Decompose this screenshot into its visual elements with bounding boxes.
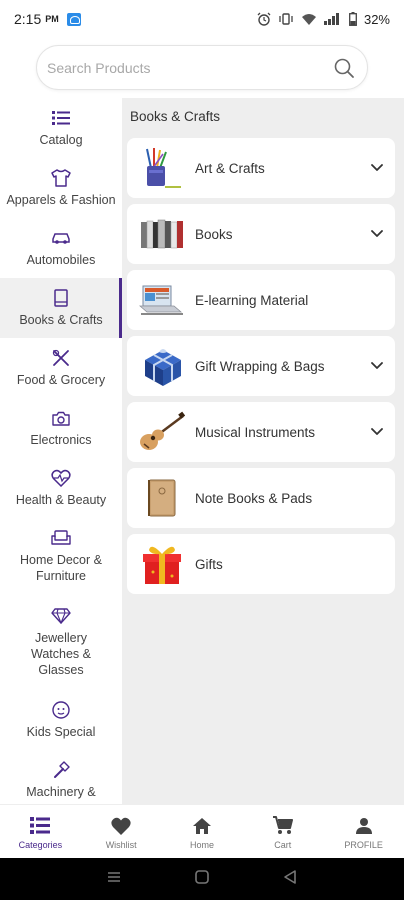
cart-icon xyxy=(272,814,293,838)
vibrate-icon xyxy=(278,12,294,26)
status-ampm: PM xyxy=(45,14,59,24)
search-icon[interactable] xyxy=(331,55,357,81)
chevron-down-icon[interactable] xyxy=(369,160,385,176)
sidebar-item-label: Catalog xyxy=(39,133,83,147)
chevron-down-icon[interactable] xyxy=(369,226,385,242)
category-label: E-learning Material xyxy=(195,292,309,308)
subcategory-panel: Books & Crafts Art & Crafts Books E-lear… xyxy=(122,98,404,804)
book-icon xyxy=(53,288,69,308)
category-label: Musical Instruments xyxy=(195,424,316,440)
page-title: Books & Crafts xyxy=(130,109,221,124)
sidebar-item-label: Automobiles xyxy=(26,253,96,267)
sidebar-item-label: Apparels & Fashion xyxy=(6,193,116,207)
sidebar-item-home-decor[interactable]: Home Decor & Furniture xyxy=(0,518,122,594)
nav-label: Wishlist xyxy=(105,839,137,850)
tshirt-icon xyxy=(51,168,71,188)
sidebar-item-label: Food & Grocery xyxy=(16,373,106,387)
guitar-image xyxy=(139,410,185,454)
sidebar-item-apparels[interactable]: Apparels & Fashion xyxy=(0,158,122,218)
category-label: Note Books & Pads xyxy=(195,490,313,506)
baby-icon xyxy=(51,700,71,720)
nav-label: Home xyxy=(189,839,214,850)
sidebar-item-label: Home Decor & Furniture xyxy=(20,553,102,583)
category-label: Art & Crafts xyxy=(195,160,265,176)
sidebar-item-machinery[interactable]: Machinery & xyxy=(0,750,122,804)
chevron-down-icon[interactable] xyxy=(369,358,385,374)
heart-pulse-icon xyxy=(51,468,71,488)
app-notification-icon xyxy=(66,12,81,26)
bottom-navigation: Categories Wishlist Home Cart PROFILE xyxy=(0,804,404,858)
category-card-e-learning[interactable]: E-learning Material xyxy=(127,270,395,330)
search-input[interactable] xyxy=(47,59,331,76)
category-card-gift-wrapping[interactable]: Gift Wrapping & Bags xyxy=(127,336,395,396)
camera-icon xyxy=(52,408,70,428)
nav-label: PROFILE xyxy=(344,839,383,850)
nav-label: Cart xyxy=(274,839,292,850)
books-image xyxy=(139,212,185,256)
notebook-image xyxy=(139,476,185,520)
sidebar-item-kids-special[interactable]: Kids Special xyxy=(0,690,122,750)
heart-icon xyxy=(111,814,131,838)
alarm-icon xyxy=(257,12,271,26)
sidebar-item-automobiles[interactable]: Automobiles xyxy=(0,218,122,278)
sidebar-item-label: Machinery & xyxy=(26,785,96,799)
profile-icon xyxy=(355,814,373,838)
categories-icon xyxy=(30,814,51,838)
hammer-icon xyxy=(52,760,70,780)
sidebar-item-label: Kids Special xyxy=(26,725,96,739)
nav-wishlist[interactable]: Wishlist xyxy=(81,805,162,858)
nav-label: Categories xyxy=(18,839,63,850)
search-bar[interactable] xyxy=(36,45,368,90)
nav-cart[interactable]: Cart xyxy=(242,805,323,858)
wifi-icon xyxy=(301,13,317,26)
category-card-musical-instruments[interactable]: Musical Instruments xyxy=(127,402,395,462)
back-icon[interactable] xyxy=(283,869,297,890)
pencil-cup-image xyxy=(139,146,185,190)
category-label: Gift Wrapping & Bags xyxy=(195,358,325,374)
system-navigation-bar xyxy=(0,858,404,900)
sidebar-item-label: Books & Crafts xyxy=(19,313,103,327)
gift-box-image xyxy=(139,344,185,388)
category-card-books[interactable]: Books xyxy=(127,204,395,264)
category-card-gifts[interactable]: Gifts xyxy=(127,534,395,594)
category-sidebar[interactable]: Catalog Apparels & Fashion Automobiles B… xyxy=(0,98,122,804)
status-bar: 2:15 PM 32% xyxy=(0,0,404,38)
nav-categories[interactable]: Categories xyxy=(0,805,81,858)
sofa-icon xyxy=(51,528,71,548)
status-time: 2:15 xyxy=(14,11,42,27)
sidebar-item-health-beauty[interactable]: Health & Beauty xyxy=(0,458,122,518)
sidebar-item-food-grocery[interactable]: Food & Grocery xyxy=(0,338,122,398)
sidebar-item-label: Jewellery Watches & Glasses xyxy=(31,631,91,677)
recent-apps-icon[interactable] xyxy=(107,870,121,889)
signal-icon xyxy=(323,13,342,25)
category-label: Books xyxy=(195,226,233,242)
list-icon xyxy=(52,108,70,128)
nav-profile[interactable]: PROFILE xyxy=(323,805,404,858)
category-card-art-crafts[interactable]: Art & Crafts xyxy=(127,138,395,198)
category-label: Gifts xyxy=(195,556,223,572)
sidebar-item-label: Health & Beauty xyxy=(15,493,107,507)
nav-home[interactable]: Home xyxy=(162,805,243,858)
home-icon xyxy=(192,814,212,838)
gift-image xyxy=(139,542,185,586)
home-button-icon[interactable] xyxy=(194,869,210,890)
laptop-image xyxy=(139,278,185,322)
sidebar-item-electronics[interactable]: Electronics xyxy=(0,398,122,458)
sidebar-item-books-crafts[interactable]: Books & Crafts xyxy=(0,278,122,338)
car-icon xyxy=(51,228,71,248)
chevron-down-icon[interactable] xyxy=(369,424,385,440)
category-card-note-books[interactable]: Note Books & Pads xyxy=(127,468,395,528)
sidebar-item-label: Electronics xyxy=(30,433,92,447)
sidebar-item-catalog[interactable]: Catalog xyxy=(0,98,122,158)
battery-icon xyxy=(349,12,357,26)
battery-percent: 32% xyxy=(363,11,390,27)
diamond-icon xyxy=(51,606,71,626)
utensils-icon xyxy=(52,348,70,368)
sidebar-item-jewellery[interactable]: Jewellery Watches & Glasses xyxy=(0,594,122,690)
